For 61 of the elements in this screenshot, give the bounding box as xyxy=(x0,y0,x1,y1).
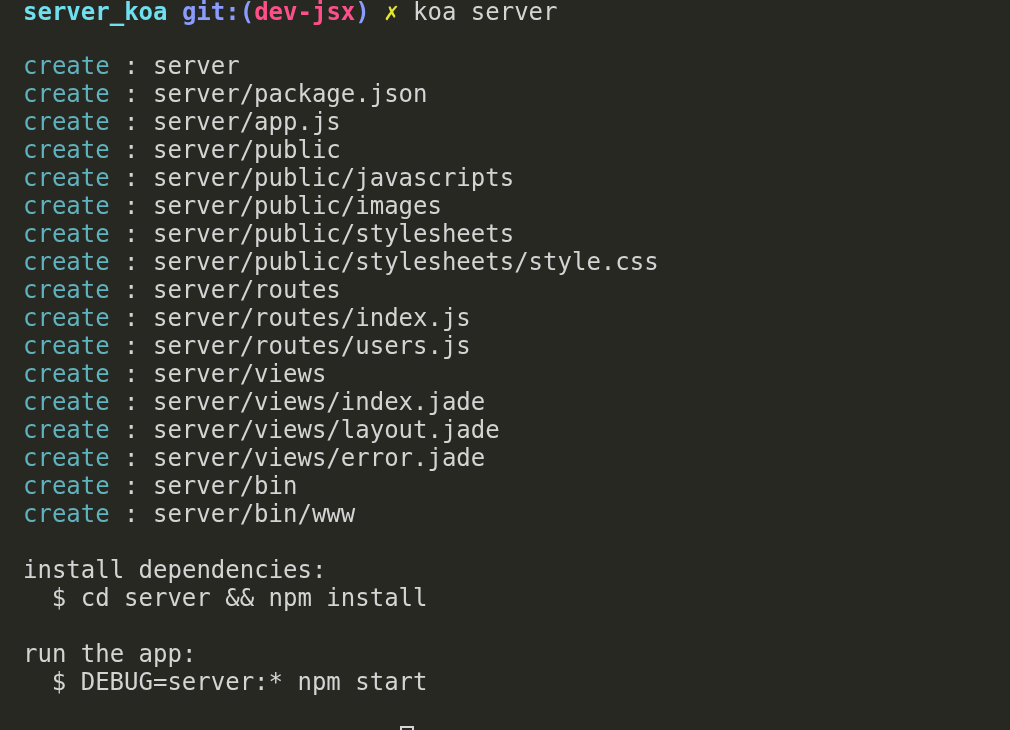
file-path: server/public/stylesheets/style.css xyxy=(152,248,659,276)
separator: : xyxy=(124,388,139,416)
action-label: create xyxy=(23,192,110,220)
file-path: server xyxy=(152,52,240,80)
action-label: create xyxy=(23,332,110,360)
separator: : xyxy=(124,192,139,220)
action-label: create xyxy=(23,444,110,472)
separator: : xyxy=(124,276,139,304)
action-label: create xyxy=(23,80,110,108)
separator: : xyxy=(124,444,139,472)
file-path: server/routes/index.js xyxy=(152,304,471,332)
file-path: server/package.json xyxy=(152,80,428,108)
separator: : xyxy=(124,164,139,192)
action-label: create xyxy=(23,276,110,304)
separator: : xyxy=(124,248,139,276)
action-label: create xyxy=(23,388,110,416)
file-path: server/public xyxy=(152,136,341,164)
separator: : xyxy=(124,304,139,332)
file-path: server/public/javascripts xyxy=(152,164,515,192)
file-path: server/routes xyxy=(152,276,341,304)
action-label: create xyxy=(23,248,110,276)
separator: : xyxy=(124,332,139,360)
separator: : xyxy=(124,80,139,108)
separator: : xyxy=(124,360,139,388)
prompt-directory: server_koa xyxy=(23,0,168,24)
separator: : xyxy=(124,416,139,444)
action-label: create xyxy=(23,108,110,136)
file-path: server/views/index.jade xyxy=(152,388,486,416)
git-label: git:( xyxy=(181,0,255,24)
file-path: server/app.js xyxy=(152,108,341,136)
git-branch: dev-jsx xyxy=(254,0,356,24)
action-label: create xyxy=(23,472,110,500)
file-path: server/views/layout.jade xyxy=(152,416,500,444)
file-path: server/bin/www xyxy=(152,500,356,528)
file-path: server/public/images xyxy=(152,192,442,220)
action-label: create xyxy=(23,304,110,332)
action-label: create xyxy=(23,220,110,248)
command-text: koa server xyxy=(413,0,558,24)
dirty-mark: ✗ xyxy=(384,0,399,24)
command-text: $ DEBUG=server:* npm start xyxy=(51,668,428,696)
separator: : xyxy=(124,136,139,164)
separator: : xyxy=(124,500,139,528)
section-heading: run the app: xyxy=(23,640,197,668)
separator: : xyxy=(124,472,139,500)
file-path: server/views/error.jade xyxy=(152,444,486,472)
action-label: create xyxy=(23,416,110,444)
action-label: create xyxy=(23,500,110,528)
separator: : xyxy=(124,52,139,80)
action-label: create xyxy=(23,136,110,164)
git-label-end: ) xyxy=(355,0,370,24)
action-label: create xyxy=(23,360,110,388)
file-path: server/bin xyxy=(152,472,298,500)
file-path: server/public/stylesheets xyxy=(152,220,515,248)
separator: : xyxy=(124,108,139,136)
action-label: create xyxy=(23,164,110,192)
file-path: server/routes/users.js xyxy=(152,332,471,360)
command-text: $ cd server && npm install xyxy=(51,584,428,612)
separator: : xyxy=(124,220,139,248)
file-path: server/views xyxy=(152,360,327,388)
section-heading: install dependencies: xyxy=(23,556,327,584)
action-label: create xyxy=(23,52,110,80)
